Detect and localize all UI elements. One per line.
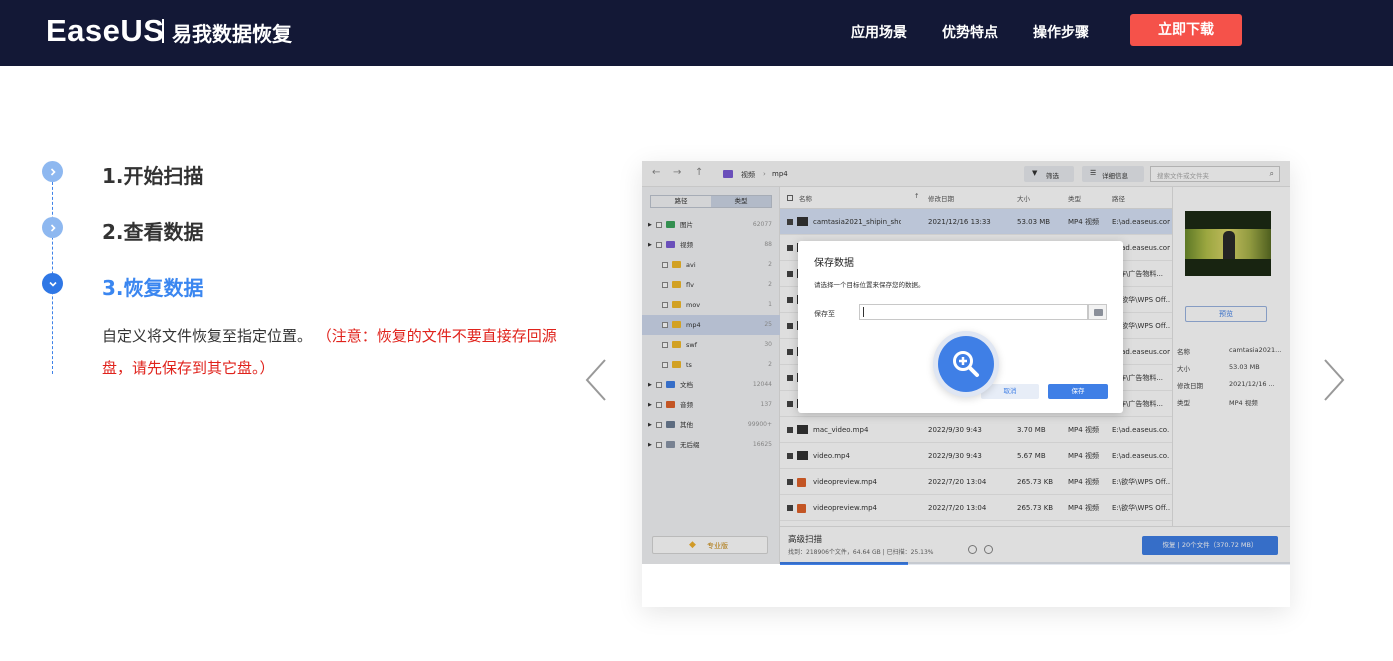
download-button[interactable]: 立即下载 xyxy=(1130,14,1242,46)
zoom-in-button[interactable] xyxy=(933,331,999,397)
description-text: 自定义将文件恢复至指定位置。 xyxy=(102,327,313,345)
nav-item-scenarios[interactable]: 应用场景 xyxy=(851,22,907,42)
chevron-left-icon[interactable] xyxy=(584,358,608,402)
step-1-chevron-right-icon[interactable] xyxy=(42,161,63,182)
easeus-logo[interactable]: EaseUS xyxy=(46,13,164,49)
save-to-label: 保存至 xyxy=(814,310,835,318)
nav-item-steps[interactable]: 操作步骤 xyxy=(1033,22,1089,42)
step-1-label[interactable]: 1.开始扫描 xyxy=(102,160,204,189)
browse-folder-button[interactable] xyxy=(1088,304,1107,320)
camera-icon xyxy=(1094,309,1103,316)
brand-name[interactable]: 易我数据恢复 xyxy=(172,18,292,47)
nav-item-features[interactable]: 优势特点 xyxy=(942,22,998,42)
save-button[interactable]: 保存 xyxy=(1048,384,1108,399)
app-window: ← → ↑ 视频 › mp4 ▼ 筛选 ☰ 详细信息 搜索文件或文件夹 ⌕ 路径 xyxy=(642,161,1290,565)
step-2-label[interactable]: 2.查看数据 xyxy=(102,216,204,245)
save-path-input[interactable] xyxy=(859,304,1088,320)
zoom-in-icon xyxy=(938,336,994,392)
step-3-label[interactable]: 3.恢复数据 xyxy=(102,272,204,301)
logo-divider xyxy=(162,19,164,43)
top-navbar: EaseUS 易我数据恢复 应用场景 优势特点 操作步骤 立即下载 xyxy=(0,0,1393,66)
chevron-right-icon[interactable] xyxy=(1322,358,1346,402)
step-3-chevron-down-icon[interactable] xyxy=(42,273,63,294)
dialog-message: 请选择一个目标位置来保存您的数据。 xyxy=(814,281,925,289)
product-screenshot: ← → ↑ 视频 › mp4 ▼ 筛选 ☰ 详细信息 搜索文件或文件夹 ⌕ 路径 xyxy=(642,161,1290,607)
dialog-title: 保存数据 xyxy=(814,258,854,269)
text-cursor xyxy=(863,307,864,317)
step-description: 自定义将文件恢复至指定位置。 （注意：恢复的文件不要直接存回源盘，请先保存到其它… xyxy=(102,320,562,384)
step-2-chevron-right-icon[interactable] xyxy=(42,217,63,238)
